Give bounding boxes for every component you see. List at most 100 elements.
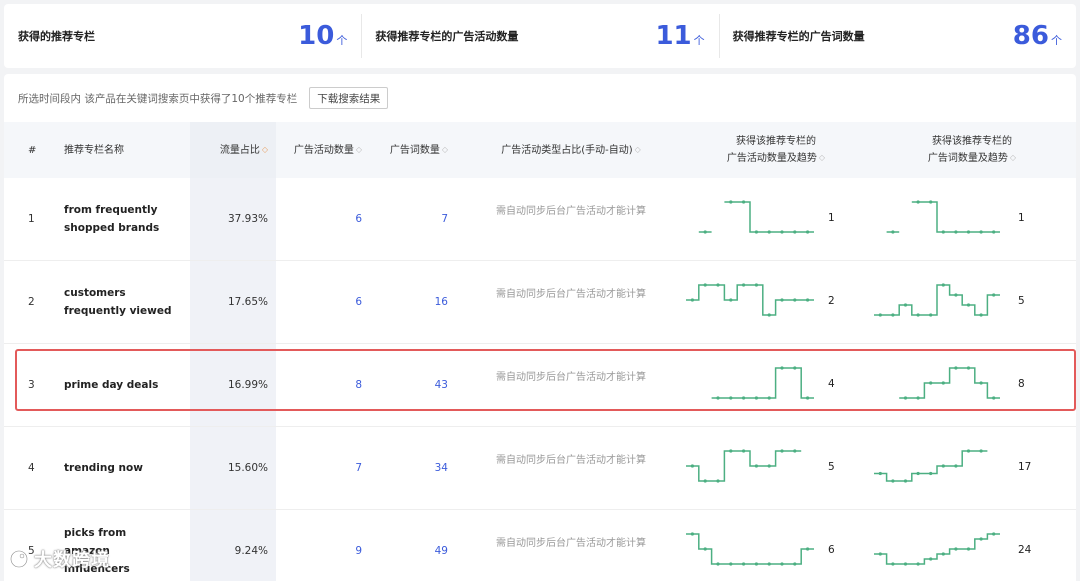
row-campaigns[interactable]: 7: [276, 426, 372, 510]
trend-point: [793, 366, 797, 370]
header-keywords[interactable]: 广告词数量 ◇: [372, 122, 458, 178]
trend-point: [716, 283, 720, 287]
trend-point: [806, 547, 810, 551]
trend-point: [703, 230, 707, 234]
row-share: 9.24%: [190, 509, 276, 581]
trend-point: [903, 396, 908, 400]
trend-point: [916, 396, 920, 400]
header-num: #: [28, 144, 37, 156]
header-campaigns-label: 广告活动数量: [293, 144, 354, 156]
watermark-logo-icon: [9, 549, 29, 569]
row-keywords[interactable]: 7: [372, 178, 458, 261]
sort-icon[interactable]: ◇: [1010, 154, 1016, 162]
row-campaigns[interactable]: 8: [276, 343, 372, 427]
trend-point: [780, 366, 784, 370]
header-type[interactable]: 广告活动类型占比(手动-自动) ◇: [458, 122, 684, 178]
trend-point: [742, 449, 746, 453]
row-trend-keywords: 24: [868, 509, 1076, 581]
trend-value: 1: [1018, 212, 1025, 224]
sort-icon[interactable]: ◇: [442, 145, 448, 154]
row-trend-campaigns: 2: [684, 260, 868, 344]
table-row[interactable]: 2 customers frequently viewed 17.65% 6 16 需自动…: [4, 260, 1076, 344]
trend-point: [979, 537, 983, 541]
trend-point: [690, 532, 694, 536]
header-trend-campaigns[interactable]: 获得该推荐专栏的 广告活动数量及趋势 ◇: [684, 122, 868, 178]
sort-icon[interactable]: ◇: [356, 145, 362, 154]
trend-point: [891, 230, 895, 234]
trend-keywords-wrap: 5: [868, 261, 1076, 343]
row-campaigns[interactable]: 6: [276, 260, 372, 344]
trend-chart: [698, 200, 814, 234]
header-share[interactable]: 流量占比 ◇: [190, 122, 276, 178]
sort-icon[interactable]: ◇: [819, 154, 825, 162]
trend-point: [742, 200, 746, 204]
row-type: 需自动同步后台广告活动才能计算: [458, 260, 684, 344]
row-name: from frequently shopped brands: [64, 178, 190, 261]
header-trend-keywords[interactable]: 获得该推荐专栏的 广告词数量及趋势 ◇: [868, 122, 1076, 178]
row-share: 15.60%: [190, 426, 276, 510]
trend-point: [780, 449, 784, 453]
download-results-button[interactable]: 下载搜索结果: [309, 87, 389, 109]
trend-point: [878, 471, 882, 476]
row-campaigns[interactable]: 6: [276, 178, 372, 261]
trend-value: 5: [1018, 295, 1025, 307]
row-share: 17.65%: [190, 260, 276, 344]
featured-columns-table: # 推荐专栏名称 流量占比 ◇ 广告活动数量 ◇ 广告词数量 ◇ 广告活动类型占比(手…: [4, 122, 1076, 581]
trend-point: [891, 562, 895, 566]
row-campaigns[interactable]: 9: [276, 509, 372, 581]
row-keywords[interactable]: 34: [372, 426, 458, 510]
trend-point: [729, 200, 733, 204]
row-type: 需自动同步后台广告活动才能计算: [458, 426, 684, 510]
trend-keywords-wrap: 1: [868, 178, 1076, 260]
row-keywords[interactable]: 43: [372, 343, 458, 427]
trend-chart: [874, 283, 1000, 317]
trend-point: [716, 396, 720, 400]
row-keywords[interactable]: 49: [372, 509, 458, 581]
stat-keywords: 获得推荐专栏的广告词数量 86 个: [718, 4, 1076, 68]
trend-chart: [686, 532, 814, 566]
trend-point: [903, 479, 908, 483]
trend-value: 17: [1018, 461, 1032, 473]
trend-point: [690, 464, 694, 468]
trend-point: [929, 471, 933, 476]
trend-point: [941, 230, 945, 234]
row-num: 2: [4, 260, 64, 344]
trend-point: [891, 313, 895, 317]
trend-point: [806, 230, 810, 234]
trend-point: [979, 313, 983, 317]
trend-point: [742, 396, 746, 400]
trend-campaigns-wrap: 1: [684, 178, 868, 260]
row-share: 37.93%: [190, 178, 276, 261]
table-row[interactable]: 3 prime day deals 16.99% 8 43 需自动同步后台广告活动才能计算…: [4, 343, 1076, 427]
trend-point: [929, 200, 933, 204]
stat-label: 获得推荐专栏的广告活动数量: [375, 30, 519, 43]
trend-value: 24: [1018, 544, 1032, 556]
trend-point: [929, 557, 933, 561]
sort-icon[interactable]: ◇: [635, 145, 641, 154]
stat-value: 86 个: [1013, 23, 1062, 49]
sort-icon[interactable]: ◇: [262, 145, 268, 154]
trend-point: [954, 464, 958, 468]
trend-point: [941, 283, 945, 287]
trend-point: [742, 562, 746, 566]
trend-value: 2: [828, 295, 835, 307]
trend-point: [941, 464, 945, 468]
row-num: 1: [4, 178, 64, 261]
table-row[interactable]: 1 from frequently shopped brands 37.93% 6 7 需…: [4, 178, 1076, 261]
trend-point: [916, 200, 920, 204]
trend-campaigns-wrap: 5: [684, 427, 868, 509]
row-keywords[interactable]: 16: [372, 260, 458, 344]
header-campaigns[interactable]: 广告活动数量 ◇: [276, 122, 372, 178]
trend-chart: [711, 366, 814, 400]
trend-point: [806, 396, 810, 400]
stat-campaigns: 获得推荐专栏的广告活动数量 11 个: [361, 4, 718, 68]
table-row[interactable]: 4 trending now 15.60% 7 34 需自动同步后台广告活动才能计算 5 17: [4, 426, 1076, 510]
trend-point: [941, 552, 945, 556]
header-trend-keywords-l2: 广告词数量及趋势: [927, 153, 1008, 164]
trend-point: [979, 381, 983, 385]
table-row[interactable]: 5 picks from amazon influencers 9.24% 9 49 需自…: [4, 509, 1076, 581]
trend-point: [966, 547, 971, 551]
stat-number: 86: [1012, 21, 1049, 51]
trend-line: [899, 367, 1000, 399]
toolbar: 所选时间段内 该产品在关键词搜索页中获得了10个推荐专栏 下载搜索结果: [4, 74, 1076, 122]
